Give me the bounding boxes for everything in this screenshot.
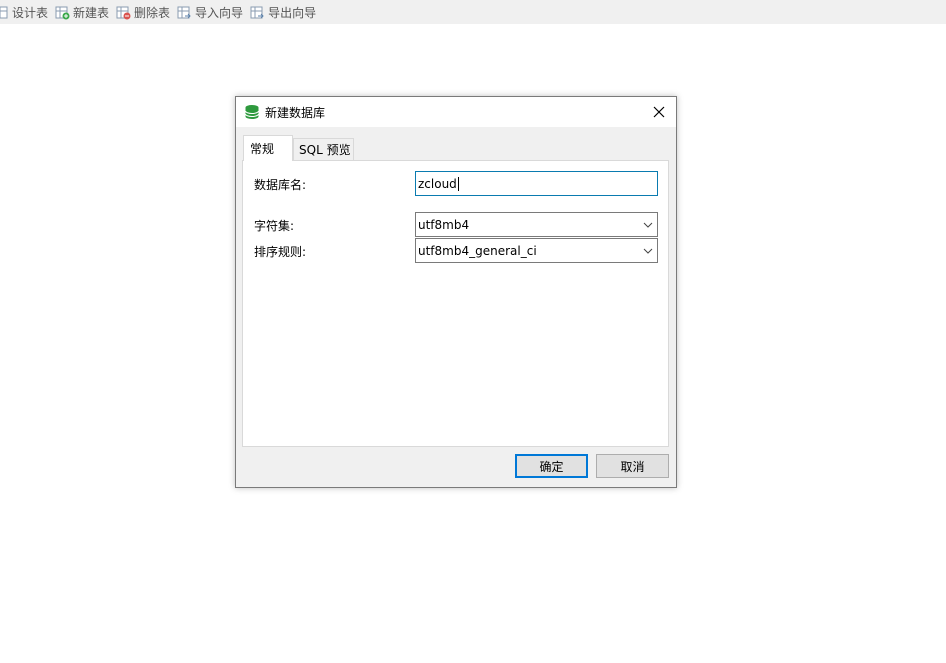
tab-sql-preview-label: SQL 预览 <box>299 143 351 157</box>
design-table-button[interactable]: 设计表 <box>0 0 52 24</box>
chevron-down-icon <box>643 222 653 228</box>
dialog-title: 新建数据库 <box>265 105 326 120</box>
cancel-button-label: 取消 <box>620 459 645 474</box>
import-wizard-label: 导入向导 <box>195 5 244 20</box>
delete-table-icon <box>116 6 131 19</box>
design-table-icon <box>0 6 8 18</box>
database-icon <box>245 105 259 119</box>
charset-value: utf8mb4 <box>418 217 470 232</box>
new-table-button[interactable]: 新建表 <box>52 0 113 24</box>
dialog-titlebar[interactable]: 新建数据库 <box>236 97 676 127</box>
general-panel: 数据库名: zcloud 字符集: utf8mb4 排序规则: utf8mb4_… <box>242 160 669 447</box>
export-wizard-button[interactable]: 导出向导 <box>247 0 320 24</box>
charset-select[interactable]: utf8mb4 <box>415 212 658 237</box>
collation-value: utf8mb4_general_ci <box>418 243 537 258</box>
tab-general[interactable]: 常规 <box>243 135 293 161</box>
collation-label: 排序规则: <box>254 245 307 259</box>
chevron-down-icon <box>643 248 653 254</box>
delete-table-button[interactable]: 删除表 <box>113 0 174 24</box>
export-wizard-icon <box>250 6 264 18</box>
tab-sql-preview[interactable]: SQL 预览 <box>293 138 354 160</box>
export-wizard-label: 导出向导 <box>268 5 317 20</box>
new-table-label: 新建表 <box>73 5 110 20</box>
import-wizard-button[interactable]: 导入向导 <box>174 0 247 24</box>
db-name-label: 数据库名: <box>254 178 307 192</box>
collation-select[interactable]: utf8mb4_general_ci <box>415 238 658 263</box>
design-table-label: 设计表 <box>12 5 49 20</box>
ok-button[interactable]: 确定 <box>515 454 588 478</box>
new-table-icon <box>55 6 70 19</box>
close-icon <box>653 106 665 118</box>
cancel-button[interactable]: 取消 <box>596 454 669 478</box>
toolbar: 设计表 新建表 删除表 导入向导 导出向导 <box>0 0 946 24</box>
db-name-input[interactable]: zcloud <box>415 171 658 196</box>
db-name-value: zcloud <box>418 176 457 191</box>
close-button[interactable] <box>642 97 676 127</box>
charset-label: 字符集: <box>254 219 295 233</box>
ok-button-label: 确定 <box>539 459 564 474</box>
import-wizard-icon <box>177 6 191 18</box>
delete-table-label: 删除表 <box>134 5 171 20</box>
text-caret <box>457 176 459 191</box>
new-database-dialog: 新建数据库 常规 SQL 预览 数据库名: zcloud 字符集: utf8mb… <box>235 96 677 488</box>
tab-general-label: 常规 <box>250 142 275 156</box>
